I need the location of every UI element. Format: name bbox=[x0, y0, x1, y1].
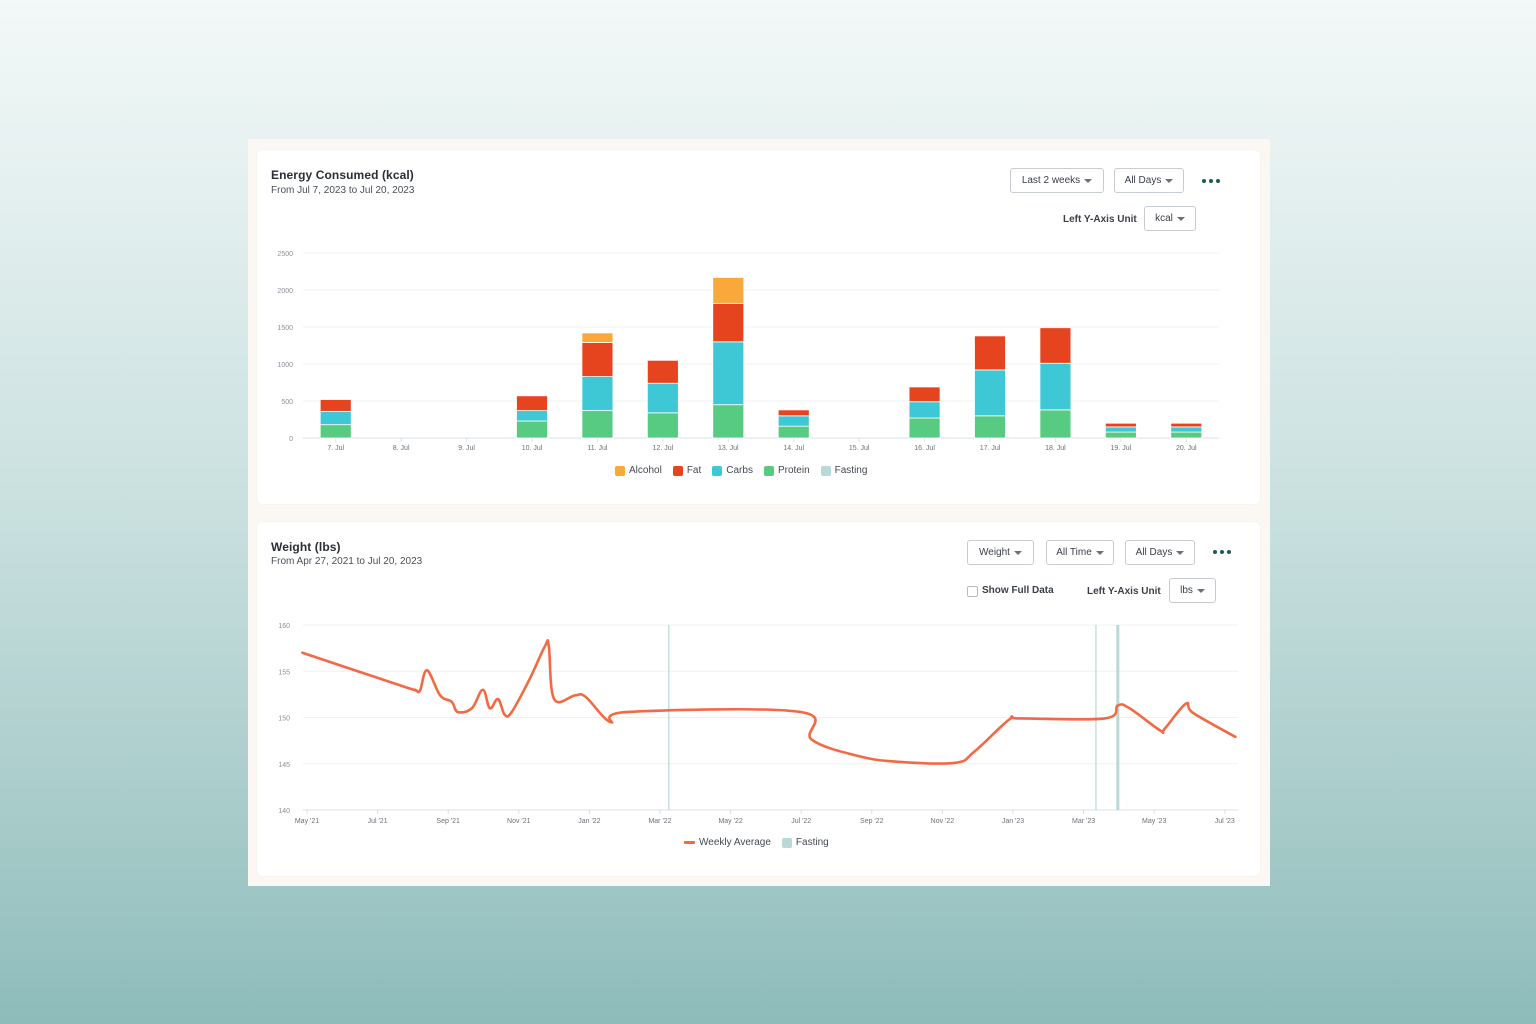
legend-swatch bbox=[684, 841, 695, 844]
weight-line-chart: May '21 Jul '21 Sep '21 Nov '21 Jan '22 Mar '… bbox=[278, 623, 1238, 825]
x-tick-label: Jul '23 bbox=[1215, 818, 1235, 825]
legend-label: Weekly Average bbox=[699, 837, 771, 848]
x-tick-label: Jul '21 bbox=[368, 818, 388, 825]
y-tick-label: 140 bbox=[278, 808, 290, 815]
x-tick-label: Jul '22 bbox=[791, 818, 811, 825]
y-tick-label: 150 bbox=[278, 716, 290, 723]
legend-item-fasting[interactable]: Fasting bbox=[781, 837, 829, 848]
x-tick-label: Nov '21 bbox=[507, 818, 531, 825]
legend-item-weekly-average[interactable]: Weekly Average bbox=[684, 837, 771, 848]
x-tick-label: Mar '22 bbox=[648, 818, 671, 825]
x-tick-label: May '23 bbox=[1142, 818, 1166, 825]
x-tick-label: Mar '23 bbox=[1072, 818, 1095, 825]
x-tick-label: Sep '22 bbox=[860, 818, 884, 825]
x-tick-label: May '22 bbox=[718, 818, 742, 825]
x-tick-label: May '21 bbox=[295, 818, 319, 825]
y-tick-label: 145 bbox=[278, 762, 290, 769]
y-tick-label: 155 bbox=[278, 669, 290, 676]
x-tick-label: Sep '21 bbox=[436, 818, 460, 825]
y-tick-label: 160 bbox=[278, 623, 290, 630]
legend-swatch bbox=[781, 837, 792, 848]
x-tick-label: Jan '23 bbox=[1002, 818, 1024, 825]
x-tick-label: Nov '22 bbox=[931, 818, 955, 825]
x-tick-label: Jan '22 bbox=[578, 818, 600, 825]
weight-chart-legend: Weekly Average Fasting bbox=[684, 837, 829, 848]
legend-label: Fasting bbox=[795, 837, 829, 848]
